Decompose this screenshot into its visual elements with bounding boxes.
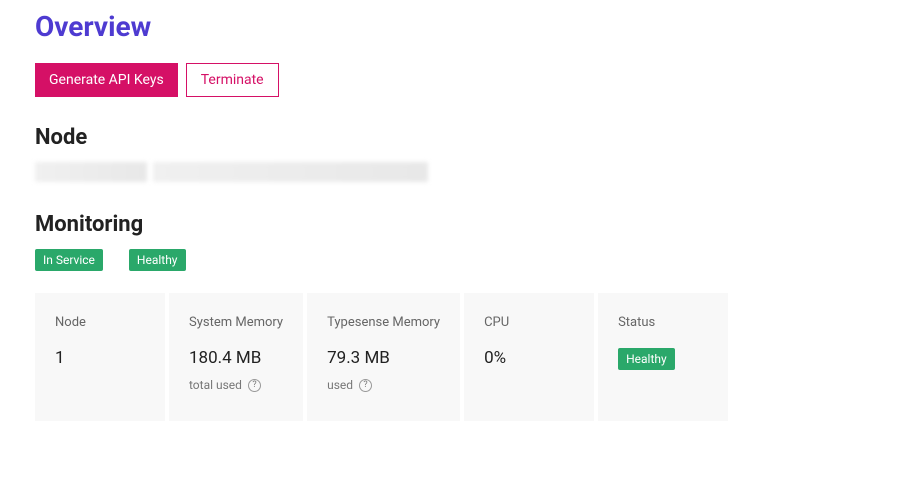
system-memory-card-label: System Memory [189, 315, 283, 330]
terminate-button[interactable]: Terminate [186, 63, 279, 97]
generate-api-keys-button[interactable]: Generate API Keys [35, 63, 178, 97]
cpu-card-value: 0% [484, 348, 574, 368]
system-memory-card-sub: total used ? [189, 378, 283, 392]
help-icon[interactable]: ? [248, 379, 261, 392]
typesense-memory-sub-text: used [327, 378, 353, 392]
in-service-badge: In Service [35, 249, 103, 271]
node-details-redacted [35, 162, 881, 182]
monitoring-heading: Monitoring [35, 212, 881, 237]
status-card-badge: Healthy [618, 348, 675, 370]
redacted-block [153, 162, 428, 182]
system-memory-card-value: 180.4 MB [189, 348, 283, 368]
action-buttons: Generate API Keys Terminate [35, 63, 881, 97]
system-memory-sub-text: total used [189, 378, 242, 392]
help-icon[interactable]: ? [359, 379, 372, 392]
healthy-badge: Healthy [129, 249, 186, 271]
monitoring-badges: In Service Healthy [35, 249, 881, 271]
node-card-label: Node [55, 315, 145, 330]
status-card: Status Healthy [598, 293, 728, 421]
typesense-memory-card-sub: used ? [327, 378, 440, 392]
redacted-block [35, 162, 147, 182]
node-card: Node 1 [35, 293, 165, 421]
typesense-memory-card-value: 79.3 MB [327, 348, 440, 368]
page-title: Overview [35, 10, 881, 43]
monitoring-cards: Node 1 System Memory 180.4 MB total used… [35, 293, 881, 421]
node-heading: Node [35, 125, 881, 150]
status-card-label: Status [618, 315, 708, 330]
typesense-memory-card-label: Typesense Memory [327, 315, 440, 330]
typesense-memory-card: Typesense Memory 79.3 MB used ? [307, 293, 460, 421]
cpu-card-label: CPU [484, 315, 574, 330]
system-memory-card: System Memory 180.4 MB total used ? [169, 293, 303, 421]
node-card-value: 1 [55, 348, 145, 368]
cpu-card: CPU 0% [464, 293, 594, 421]
